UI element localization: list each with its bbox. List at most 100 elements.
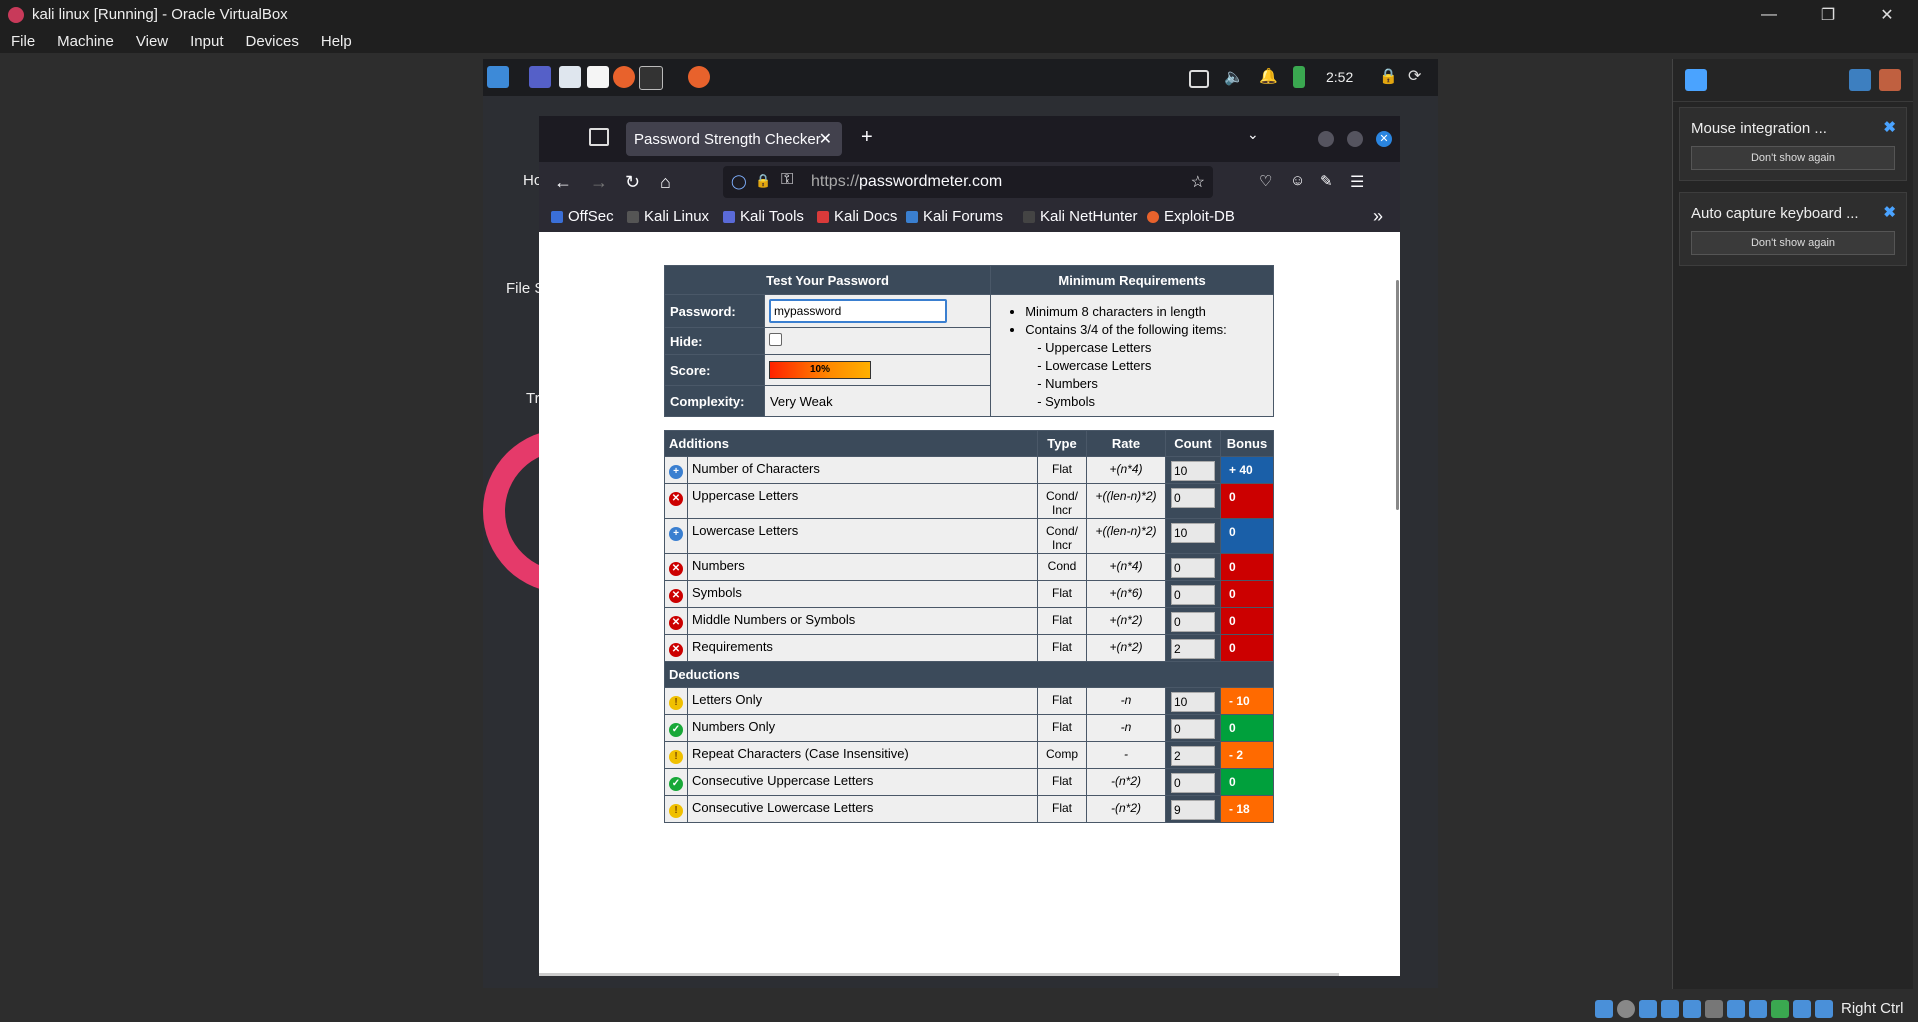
firefox-view-icon[interactable] <box>589 128 609 146</box>
status-icon-display[interactable] <box>1727 999 1745 1018</box>
power-icon[interactable]: ⟳ <box>1408 66 1421 86</box>
row-label: Consecutive Uppercase Letters <box>687 768 1038 796</box>
count-input[interactable] <box>1171 585 1215 605</box>
count-input[interactable] <box>1171 461 1215 481</box>
reload-icon[interactable]: ↻ <box>625 172 640 193</box>
file-manager-icon[interactable] <box>559 66 581 88</box>
menu-help[interactable]: Help <box>310 33 363 50</box>
notification-center-icon[interactable] <box>1685 69 1707 91</box>
new-tab-icon[interactable]: + <box>861 126 873 149</box>
dont-show-again-button[interactable]: Don't show again <box>1691 146 1895 170</box>
volume-icon[interactable]: 🔈 <box>1224 67 1244 87</box>
desktop-trash-label[interactable]: Tr <box>526 390 540 407</box>
hamburger-menu-icon[interactable]: ☰ <box>1350 172 1364 192</box>
count-input[interactable] <box>1171 612 1215 632</box>
bonus-value: 0 <box>1220 483 1274 519</box>
count-input[interactable] <box>1171 488 1215 508</box>
url-text[interactable]: https://passwordmeter.com <box>811 173 1002 191</box>
window-close-icon[interactable]: ✕ <box>1376 131 1392 147</box>
firefox-taskbar-icon[interactable] <box>688 66 710 88</box>
bonus-value: 0 <box>1220 714 1274 742</box>
sort-icon[interactable] <box>1849 69 1871 91</box>
score-label: Score: <box>664 354 765 386</box>
minimize-icon[interactable]: — <box>1746 0 1792 29</box>
padlock-icon[interactable]: 🔒 <box>755 173 771 189</box>
vertical-scrollbar[interactable] <box>1396 280 1399 510</box>
row-label: Requirements <box>687 634 1038 662</box>
restore-icon[interactable]: ❐ <box>1805 0 1851 29</box>
status-icon-network[interactable] <box>1661 999 1679 1018</box>
menu-input[interactable]: Input <box>179 33 234 50</box>
password-input[interactable] <box>768 299 947 323</box>
home-icon[interactable]: ⌂ <box>660 172 671 193</box>
menu-machine[interactable]: Machine <box>46 33 125 50</box>
status-icon-keyboard[interactable] <box>1815 999 1833 1018</box>
status-icon-optical[interactable] <box>1617 999 1635 1018</box>
bookmark-kali-forums[interactable]: Kali Forums <box>906 208 1003 225</box>
extensions-icon[interactable]: ✎ <box>1320 172 1333 190</box>
screen-icon[interactable] <box>1189 70 1209 88</box>
bonus-value: 0 <box>1220 768 1274 796</box>
check-icon: ✓ <box>669 777 683 791</box>
count-input[interactable] <box>1171 558 1215 578</box>
bookmark-kali-tools[interactable]: Kali Tools <box>723 208 804 225</box>
score-row: ✕ Middle Numbers or Symbols Flat +(n*2) 0 <box>664 607 1274 635</box>
status-icon-recording[interactable] <box>1749 999 1767 1018</box>
window-maximize-icon[interactable] <box>1347 131 1363 147</box>
bookmark-offsec[interactable]: OffSec <box>551 208 614 225</box>
notifications-bell-icon[interactable]: 🔔 <box>1259 67 1278 85</box>
hide-checkbox[interactable] <box>768 333 782 346</box>
list-all-tabs-icon[interactable]: ⌄ <box>1247 126 1259 143</box>
status-icon-shared-folders[interactable] <box>1705 999 1723 1018</box>
clear-all-icon[interactable] <box>1879 69 1901 91</box>
close-notification-icon[interactable]: ✖ <box>1883 203 1896 221</box>
count-input[interactable] <box>1171 719 1215 739</box>
forward-icon[interactable]: → <box>590 172 608 193</box>
bookmark-kali-linux[interactable]: Kali Linux <box>627 208 709 225</box>
tab-strip: Password Strength Checker ✕ + ⌄ ✕ <box>539 116 1400 162</box>
battery-icon <box>1293 66 1305 88</box>
count-cell <box>1165 518 1221 554</box>
status-icon-mouse[interactable] <box>1793 999 1811 1018</box>
bookmark-kali-docs[interactable]: Kali Docs <box>817 208 897 225</box>
close-icon[interactable]: ✕ <box>1864 0 1910 29</box>
count-input[interactable] <box>1171 746 1215 766</box>
back-icon[interactable]: ← <box>554 172 572 193</box>
lock-icon[interactable]: 🔒 <box>1379 67 1398 85</box>
bookmark-star-icon[interactable]: ☆ <box>1191 172 1205 192</box>
close-notification-icon[interactable]: ✖ <box>1883 118 1896 136</box>
firefox-launcher-icon[interactable] <box>613 66 635 88</box>
count-input[interactable] <box>1171 692 1215 712</box>
menu-devices[interactable]: Devices <box>235 33 310 50</box>
bonus-value: 0 <box>1220 580 1274 608</box>
window-minimize-icon[interactable] <box>1318 131 1334 147</box>
tab-password-strength-checker[interactable]: Password Strength Checker ✕ <box>626 122 842 156</box>
key-icon[interactable]: ⚿ <box>781 171 793 189</box>
address-bar[interactable]: ◯ 🔒 ⚿ https://passwordmeter.com ☆ <box>723 166 1213 198</box>
tracking-protection-shield-icon[interactable]: ◯ <box>731 173 747 190</box>
account-icon[interactable]: ☺ <box>1290 172 1305 189</box>
bookmark-exploit-db[interactable]: Exploit-DB <box>1147 208 1235 225</box>
terminal-icon[interactable] <box>639 66 663 90</box>
count-input[interactable] <box>1171 639 1215 659</box>
more-bookmarks-chevron-icon[interactable]: » <box>1373 206 1383 227</box>
status-icon-usb[interactable] <box>1683 999 1701 1018</box>
close-tab-icon[interactable]: ✕ <box>819 129 832 149</box>
count-input[interactable] <box>1171 523 1215 543</box>
dont-show-again-button[interactable]: Don't show again <box>1691 231 1895 255</box>
show-desktop-icon[interactable] <box>529 66 551 88</box>
horizontal-scrollbar[interactable] <box>539 973 1339 976</box>
bookmark-kali-nethunter[interactable]: Kali NetHunter <box>1023 208 1138 225</box>
text-editor-icon[interactable] <box>587 66 609 88</box>
menu-file[interactable]: File <box>0 33 46 50</box>
status-icon-hdd[interactable] <box>1595 999 1613 1018</box>
pocket-icon[interactable]: ♡ <box>1259 172 1272 190</box>
row-rate: - <box>1086 741 1166 769</box>
count-input[interactable] <box>1171 800 1215 820</box>
kali-menu-icon[interactable] <box>487 66 509 88</box>
clock[interactable]: 2:52 <box>1326 69 1353 85</box>
status-icon-audio[interactable] <box>1639 999 1657 1018</box>
count-input[interactable] <box>1171 773 1215 793</box>
status-icon-cpu[interactable] <box>1771 999 1789 1018</box>
menu-view[interactable]: View <box>125 33 179 50</box>
